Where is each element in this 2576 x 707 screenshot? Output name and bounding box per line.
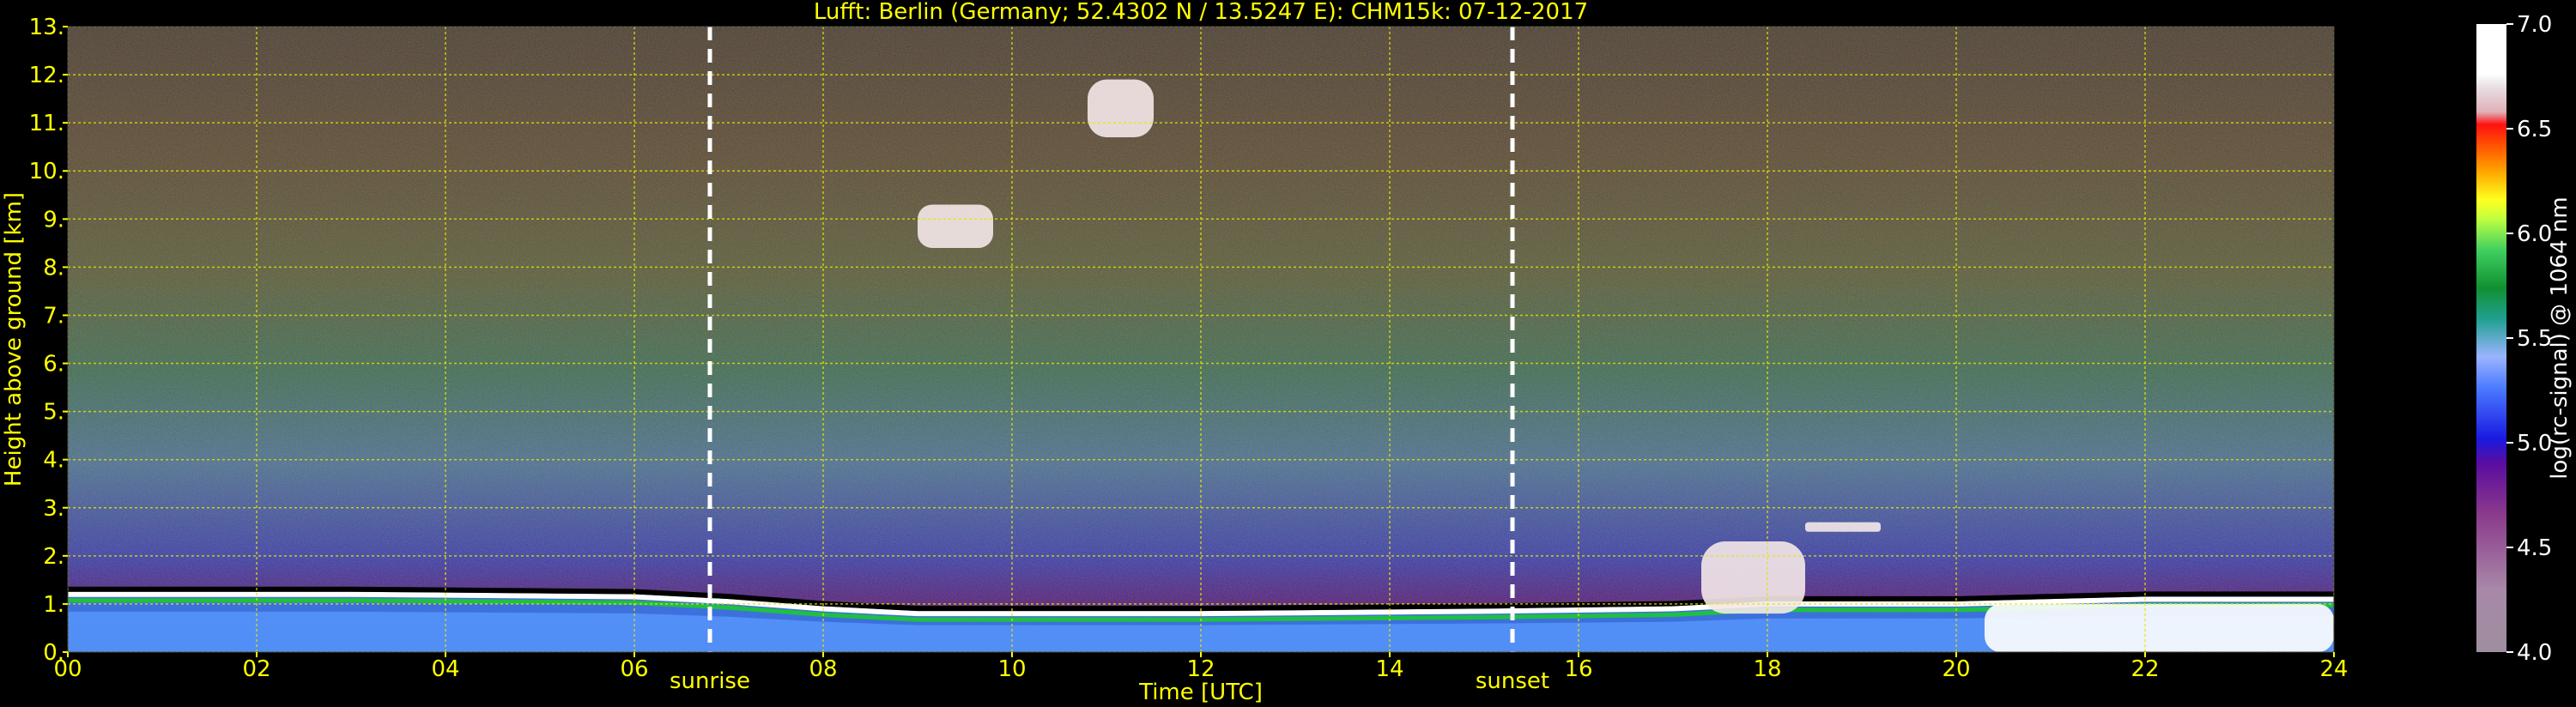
chart-title: Lufft: Berlin (Germany; 52.4302 N / 13.5… [814, 0, 1588, 25]
x-tick-label: 20 [1942, 656, 1970, 682]
y-tick-label: 12. [29, 63, 64, 88]
sun-marker-label: sunrise [670, 668, 750, 694]
x-tick-label: 12 [1186, 656, 1215, 682]
y-tick-label: 2. [43, 544, 64, 570]
y-tick-label: 7. [43, 303, 64, 329]
x-tick-label: 22 [2131, 656, 2159, 682]
cloud-feature [1088, 79, 1154, 137]
y-tick-label: 1. [43, 592, 64, 618]
colorbar-tick-label: 4.0 [2517, 640, 2552, 666]
colorbar [2476, 24, 2506, 652]
cloud-feature [918, 204, 993, 248]
y-tick-label: 10. [29, 159, 64, 184]
sun-marker-label: sunset [1476, 668, 1549, 694]
y-tick-label: 6. [43, 352, 64, 378]
y-axis-ticks: 0. 1. 2. 3. 4. 5. 6. 7. 8. 9. 10. 11. 12. 13. [29, 15, 68, 666]
y-tick-label: 0. [43, 640, 64, 666]
y-tick-label: 4. [43, 448, 64, 474]
y-tick-label: 3. [43, 496, 64, 522]
y-axis-label: Height above ground [km] [1, 192, 27, 486]
cloud-feature [1701, 541, 1805, 614]
y-tick-label: 9. [43, 207, 64, 233]
colorbar-tick-label: 6.5 [2517, 117, 2552, 142]
x-tick-label: 06 [620, 656, 648, 682]
cloud-feature [1985, 603, 2334, 652]
x-tick-label: 18 [1753, 656, 1781, 682]
colorbar-ticks: 4.04.55.05.56.06.57.0 [2506, 12, 2552, 666]
colorbar-label: log(rc-signal) @ 1064 nm [2547, 196, 2573, 479]
sun-marker-labels: sunrise sunset [670, 668, 1549, 694]
x-tick-label: 02 [242, 656, 270, 682]
y-tick-label: 5. [43, 400, 64, 426]
x-tick-label: 24 [2319, 656, 2348, 682]
x-tick-label: 16 [1564, 656, 1592, 682]
colorbar-tick-label: 7.0 [2517, 12, 2552, 38]
colorbar-tick-label: 4.5 [2517, 535, 2552, 561]
cloud-feature [1805, 522, 1881, 532]
ceilometer-chart: Lufft: Berlin (Germany; 52.4302 N / 13.5… [1, 0, 2573, 705]
x-tick-label: 08 [809, 656, 837, 682]
x-tick-label: 04 [431, 656, 459, 682]
x-axis-label: Time [UTC] [1138, 680, 1263, 705]
x-axis-ticks: 00 02 04 06 08 10 12 14 16 18 20 22 24 [53, 652, 2349, 682]
y-tick-label: 11. [29, 111, 64, 136]
x-tick-label: 14 [1375, 656, 1403, 682]
x-tick-label: 10 [997, 656, 1026, 682]
y-tick-label: 13. [29, 15, 64, 40]
y-tick-label: 8. [43, 255, 64, 281]
